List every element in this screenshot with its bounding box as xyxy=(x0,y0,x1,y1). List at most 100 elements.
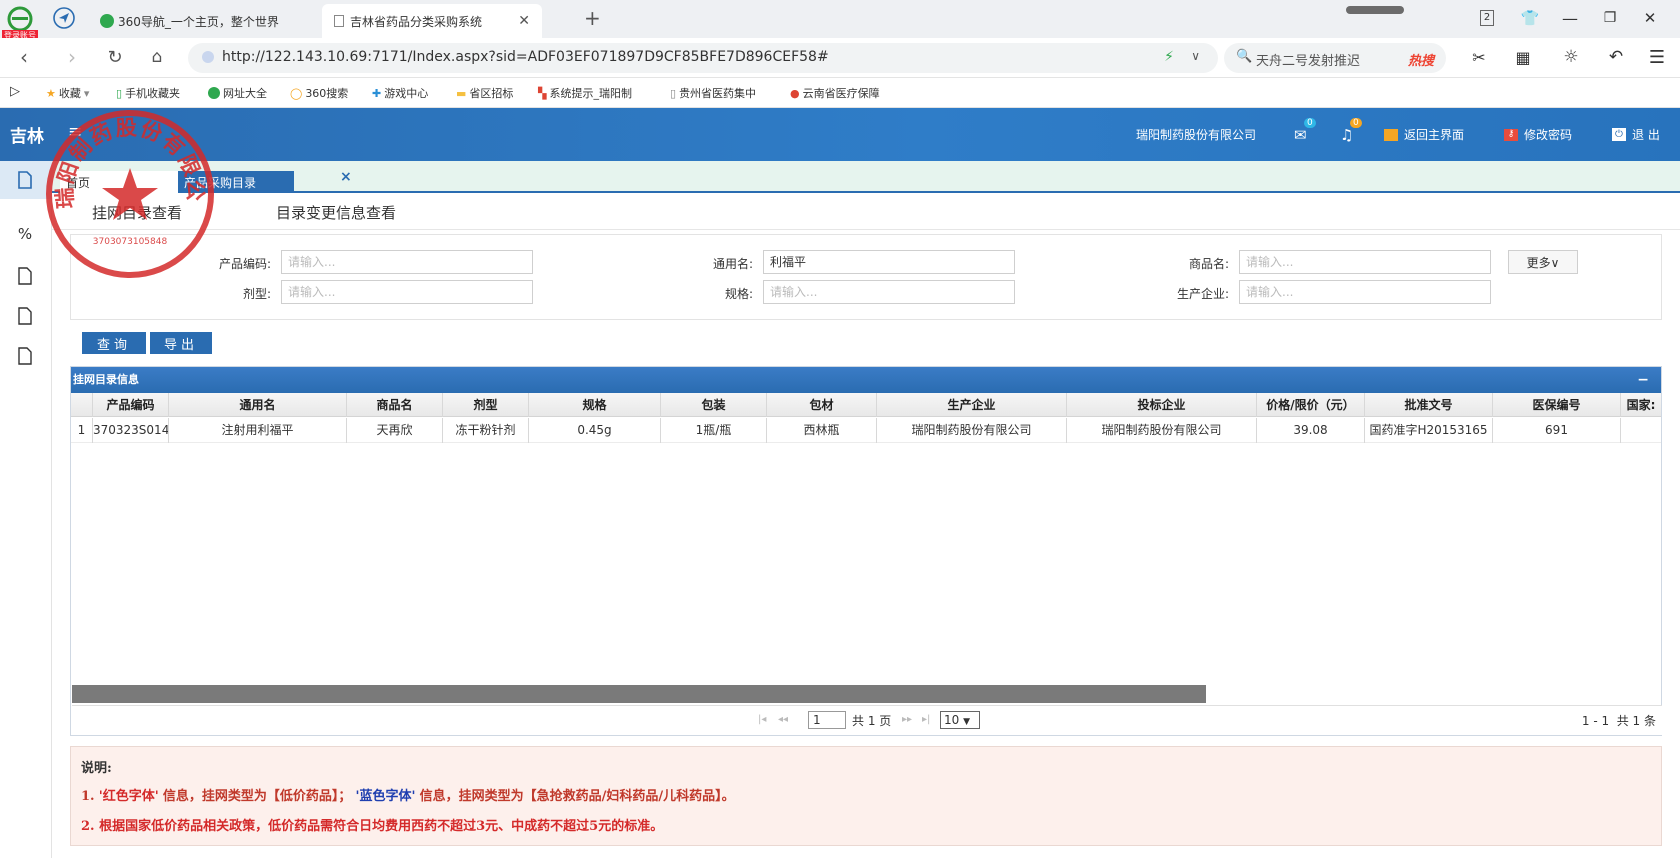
hot-search[interactable]: 热搜 xyxy=(1408,50,1434,69)
last-page-icon[interactable]: ▸| xyxy=(922,714,930,725)
pager: |◂ ◂◂ 1 共 1 页 ▸▸ ▸| 10 ▼ 1 - 1 共 1 条 xyxy=(72,705,1662,735)
table-row[interactable]: 1 370323S014 注射用利福平 天再欣 冻干粉针剂 0.45g 1瓶/瓶… xyxy=(71,418,1661,443)
close-window-icon[interactable]: ✕ xyxy=(1640,8,1660,28)
emblem-icon: ● xyxy=(790,86,800,100)
column-header[interactable]: 投标企业 xyxy=(1067,393,1257,417)
bookmark-guizhou[interactable]: ▯ 贵州省医药集中 xyxy=(670,85,756,101)
sidebar-toggle-icon[interactable]: ▷ xyxy=(10,84,20,99)
home-icon[interactable]: ⌂ xyxy=(146,46,168,68)
reload-icon[interactable]: ↻ xyxy=(104,46,126,68)
bookmark-search[interactable]: ◯ 360搜索 xyxy=(290,85,348,101)
prev-page-icon[interactable]: ◂◂ xyxy=(778,714,788,725)
search-icon: 🔍 xyxy=(1236,49,1253,64)
logout-button[interactable]: ⏻ 退 出 xyxy=(1612,126,1660,143)
star-icon: ★ xyxy=(46,86,56,100)
browser-tab-active[interactable]: 吉林省药品分类采购系统 ✕ xyxy=(322,4,542,38)
sidebar-item-doc2[interactable] xyxy=(12,263,38,289)
sidebar-item-link[interactable]: % xyxy=(12,221,38,247)
apps-grid-icon[interactable]: ▦ xyxy=(1512,46,1534,68)
undo-icon[interactable]: ↶ xyxy=(1604,46,1628,68)
key-icon: ⚷ xyxy=(1504,128,1518,141)
send-icon[interactable] xyxy=(52,6,76,30)
table-cell xyxy=(1621,418,1661,443)
skin-icon[interactable]: 👕 xyxy=(1520,8,1540,28)
generic-name-input[interactable]: 利福平 xyxy=(763,250,1015,274)
mail-button[interactable]: ✉ 0 xyxy=(1294,118,1316,144)
table-cell: 注射用利福平 xyxy=(169,418,347,443)
bookmark-system[interactable]: ▚ 系统提示_瑞阳制 xyxy=(538,85,632,101)
table-cell: 0.45g xyxy=(529,418,661,443)
spec-input[interactable]: 请输入... xyxy=(763,280,1015,304)
bookmark-bidding[interactable]: ▬ 省区招标 xyxy=(456,85,513,101)
record-summary: 1 - 1 共 1 条 xyxy=(1581,714,1656,728)
search-field[interactable]: 🔍 天舟二号发射推迟 热搜 xyxy=(1224,43,1446,73)
bookmark-mobile[interactable]: ▯ 手机收藏夹 xyxy=(116,85,180,101)
url-field[interactable]: http://122.143.10.69:7171/Index.aspx?sid… xyxy=(188,43,1218,73)
manufacturer-input[interactable]: 请输入... xyxy=(1239,280,1491,304)
new-tab-button[interactable]: + xyxy=(584,6,601,30)
horizontal-scrollbar[interactable] xyxy=(72,685,1206,703)
bookmark-favorites[interactable]: ★ 收藏 ▾ xyxy=(46,85,89,101)
brightness-icon[interactable]: ☼ xyxy=(1560,46,1582,68)
bookmark-label: 网址大全 xyxy=(223,87,267,100)
bookmark-yunnan[interactable]: ● 云南省医疗保障 xyxy=(790,85,880,101)
column-header[interactable]: 剂型 xyxy=(443,393,529,417)
change-password-button[interactable]: ⚷ 修改密码 xyxy=(1504,126,1572,143)
page-icon: ▯ xyxy=(670,86,677,100)
back-home-button[interactable]: 返回主界面 xyxy=(1384,126,1464,143)
menu-icon[interactable]: ☰ xyxy=(1646,46,1668,68)
column-header[interactable]: 规格 xyxy=(529,393,661,417)
minimize-icon[interactable]: — xyxy=(1560,8,1580,28)
trade-name-input[interactable]: 请输入... xyxy=(1239,250,1491,274)
column-header[interactable]: 产品编码 xyxy=(93,393,169,417)
system-icon: ▚ xyxy=(538,86,547,100)
bell-button[interactable]: ♫ 0 xyxy=(1340,118,1362,144)
dosage-form-input[interactable]: 请输入... xyxy=(281,280,533,304)
first-page-icon[interactable]: |◂ xyxy=(758,714,766,725)
sidebar-item-document[interactable] xyxy=(12,167,38,193)
browser-logo-icon[interactable] xyxy=(6,6,34,32)
page-icon xyxy=(334,15,344,27)
sidebar-item-doc3[interactable] xyxy=(12,303,38,329)
svg-text:3703073105848: 3703073105848 xyxy=(93,237,168,247)
scissors-icon[interactable]: ✂ xyxy=(1466,46,1492,68)
notes-title: 说明: xyxy=(81,761,112,776)
progress-indicator xyxy=(1346,6,1404,14)
exit-icon xyxy=(1384,128,1398,141)
product-code-input[interactable]: 请输入... xyxy=(281,250,533,274)
column-header[interactable]: 国家: xyxy=(1621,393,1661,417)
chevron-down-icon: ▼ xyxy=(963,717,971,727)
page-size-select[interactable]: 10 ▼ xyxy=(940,711,980,729)
more-button[interactable]: 更多∨ xyxy=(1508,250,1578,274)
next-page-icon[interactable]: ▸▸ xyxy=(902,714,912,725)
lightning-icon[interactable]: ⚡ xyxy=(1164,49,1174,65)
export-button[interactable]: 导出 xyxy=(150,332,212,354)
restore-icon[interactable]: ❐ xyxy=(1600,8,1620,28)
close-tab-icon[interactable]: ✕ xyxy=(518,13,530,29)
column-header[interactable]: 批准文号 xyxy=(1365,393,1493,417)
page-number-input[interactable]: 1 xyxy=(808,711,846,729)
column-header[interactable]: 包材 xyxy=(767,393,877,417)
bookmark-games[interactable]: ✚ 游戏中心 xyxy=(372,85,428,101)
close-tab-icon[interactable]: × xyxy=(340,169,352,185)
back-icon[interactable]: ‹ xyxy=(14,45,34,69)
column-header[interactable]: 生产企业 xyxy=(877,393,1067,417)
subnav-change-view[interactable]: 目录变更信息查看 xyxy=(276,202,396,223)
chevron-down-icon[interactable]: ∨ xyxy=(1191,49,1200,63)
table-cell: 瑞阳制药股份有限公司 xyxy=(1067,418,1257,443)
table-cell: 瑞阳制药股份有限公司 xyxy=(877,418,1067,443)
sidebar-item-doc4[interactable] xyxy=(12,343,38,369)
browser-tab-360[interactable]: 360导航_一个主页，整个世界 xyxy=(92,4,322,38)
notes-line-1: 1. '红色字体' 信息，挂网类型为【低价药品】； '蓝色字体' 信息，挂网类型… xyxy=(81,789,735,804)
column-header[interactable]: 包装 xyxy=(661,393,767,417)
column-header[interactable]: 价格/限价（元） xyxy=(1257,393,1365,417)
tab-count[interactable]: 2 xyxy=(1480,10,1494,26)
column-header[interactable]: 通用名 xyxy=(169,393,347,417)
collapse-icon[interactable]: − xyxy=(1637,367,1649,393)
column-header[interactable]: 医保编号 xyxy=(1493,393,1621,417)
notes-panel: 说明: 1. '红色字体' 信息，挂网类型为【低价药品】； '蓝色字体' 信息，… xyxy=(70,746,1662,846)
forward-icon[interactable]: › xyxy=(62,45,82,69)
bookmark-directory[interactable]: 网址大全 xyxy=(208,85,267,101)
query-button[interactable]: 查询 xyxy=(82,332,146,354)
column-header[interactable]: 商品名 xyxy=(347,393,443,417)
